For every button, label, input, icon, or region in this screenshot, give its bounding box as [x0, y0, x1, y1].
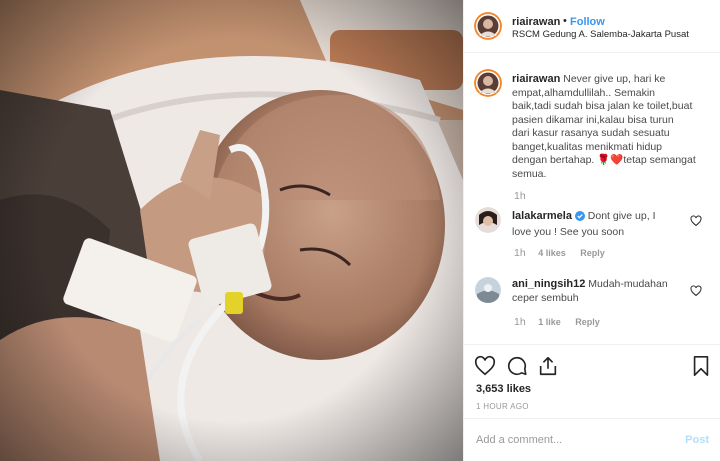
caption-line: semua.: [512, 167, 547, 180]
follow-button[interactable]: Follow: [570, 16, 605, 28]
caption-line: baik,tadi sudah bisa jalan ke toilet,bua…: [512, 100, 693, 112]
post-photo[interactable]: [0, 0, 463, 461]
comment-username[interactable]: ani_ningsih12: [512, 278, 585, 290]
caption-text: riairawan Never give up, hari ke empat,a…: [512, 73, 712, 181]
post-actions: 3,653 likes 1 HOUR AGO: [464, 344, 720, 418]
caption-line: banget,kualitas menikmati hidup: [512, 140, 663, 153]
post-sidebar: riairawan • Follow RSCM Gedung A. Salemb…: [463, 0, 720, 461]
comments-list[interactable]: riairawan Never give up, hari ke empat,a…: [464, 54, 720, 344]
share-icon[interactable]: [537, 355, 559, 377]
author-username[interactable]: riairawan: [512, 16, 560, 28]
reply-button[interactable]: Reply: [580, 248, 605, 258]
caption-time[interactable]: 1h: [514, 190, 526, 202]
post-comment-button[interactable]: Post: [685, 434, 709, 446]
comment-input[interactable]: [476, 431, 676, 449]
caption-line: Never give up, hari ke: [563, 73, 666, 85]
post-location[interactable]: RSCM Gedung A. Salemba-Jakarta Pusat: [512, 29, 689, 40]
likes-count[interactable]: 3,653 likes: [476, 383, 531, 395]
caption-avatar[interactable]: [474, 69, 502, 97]
comment-time[interactable]: 1h: [514, 247, 526, 259]
add-comment-bar: Post: [464, 418, 720, 461]
comment-username[interactable]: lalakarmela: [512, 210, 572, 222]
comment-likes[interactable]: 4 likes: [538, 248, 566, 258]
comment-meta: 1h 1 like Reply: [514, 316, 600, 328]
comment-text: ani_ningsih12 Mudah-mudahan ceper sembuh: [512, 278, 692, 305]
patient-photo-illustration: [0, 0, 463, 461]
comment-icon[interactable]: [506, 355, 528, 377]
comment-body: ceper sembuh: [512, 291, 579, 304]
comment-time[interactable]: 1h: [514, 316, 526, 328]
comment-like-icon[interactable]: [690, 284, 702, 297]
separator-dot: •: [563, 15, 567, 27]
verified-icon: [574, 211, 585, 226]
caption-line: empat,alhamdullilah.. Semakin: [512, 86, 655, 99]
caption-line: dari kasur rasanya sudah sesuatu: [512, 127, 670, 139]
comment-body: love you ! See you soon: [512, 225, 625, 238]
comment-avatar[interactable]: [475, 277, 501, 303]
caption-line: dengan bertahap. 🌹❤️tetap semangat: [512, 154, 696, 166]
comment-body: Dont give up, I: [587, 210, 656, 222]
reply-button[interactable]: Reply: [575, 317, 600, 327]
post-header: riairawan • Follow RSCM Gedung A. Salemb…: [464, 0, 720, 53]
heart-icon[interactable]: [474, 355, 496, 377]
comment-meta: 1h 4 likes Reply: [514, 247, 605, 259]
comment-avatar[interactable]: [475, 207, 501, 233]
caption-meta: 1h: [514, 190, 536, 202]
comment-body: Mudah-mudahan: [588, 278, 668, 290]
caption-username[interactable]: riairawan: [512, 73, 560, 85]
author-avatar[interactable]: [474, 12, 502, 40]
comment-text: lalakarmela Dont give up, I love you ! S…: [512, 210, 692, 239]
post-time-ago[interactable]: 1 HOUR AGO: [476, 402, 529, 411]
comment-likes[interactable]: 1 like: [538, 317, 561, 327]
comment-like-icon[interactable]: [690, 214, 702, 227]
caption-line: pasien dikamar ini,kalau bisa turun: [512, 113, 674, 126]
bookmark-icon[interactable]: [690, 355, 712, 377]
